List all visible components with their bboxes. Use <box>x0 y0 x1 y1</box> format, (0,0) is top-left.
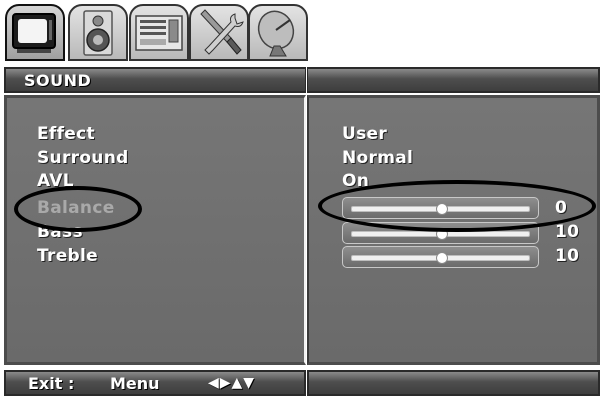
treble-number: 10 <box>555 246 580 266</box>
surround-value[interactable]: Normal <box>342 148 413 168</box>
menu-item-surround[interactable]: Surround <box>37 148 129 168</box>
treble-slider[interactable] <box>342 246 539 268</box>
tab-sound[interactable] <box>68 4 128 61</box>
tools-icon <box>200 9 244 55</box>
navigation-arrows-icon: ◀▶▲▼ <box>208 375 256 391</box>
menu-title: SOUND <box>24 71 92 90</box>
satellite-dish-icon <box>257 10 295 57</box>
balance-label-highlight-oval <box>14 186 142 232</box>
balance-slider-highlight-oval <box>318 180 596 232</box>
bass-number: 10 <box>555 222 580 242</box>
footer-menu-key[interactable]: Menu <box>110 374 160 393</box>
menu-item-treble[interactable]: Treble <box>37 246 98 266</box>
menu-item-effect[interactable]: Effect <box>37 124 95 144</box>
slider-knob[interactable] <box>435 252 448 264</box>
tab-setup[interactable] <box>129 4 189 61</box>
tab-satellite[interactable] <box>248 4 308 61</box>
value-title-bar <box>307 67 600 93</box>
tab-picture[interactable] <box>5 4 65 61</box>
tab-tools[interactable] <box>189 4 249 61</box>
menu-title-bar: SOUND <box>4 67 306 93</box>
speaker-icon <box>83 10 113 56</box>
effect-value[interactable]: User <box>342 124 387 144</box>
footer-bar-right <box>307 370 600 396</box>
tv-icon <box>12 13 56 53</box>
footer-bar: Exit : Menu ◀▶▲▼ <box>4 370 306 396</box>
footer-exit-label: Exit : <box>28 374 75 393</box>
setup-panel-icon <box>135 15 183 51</box>
